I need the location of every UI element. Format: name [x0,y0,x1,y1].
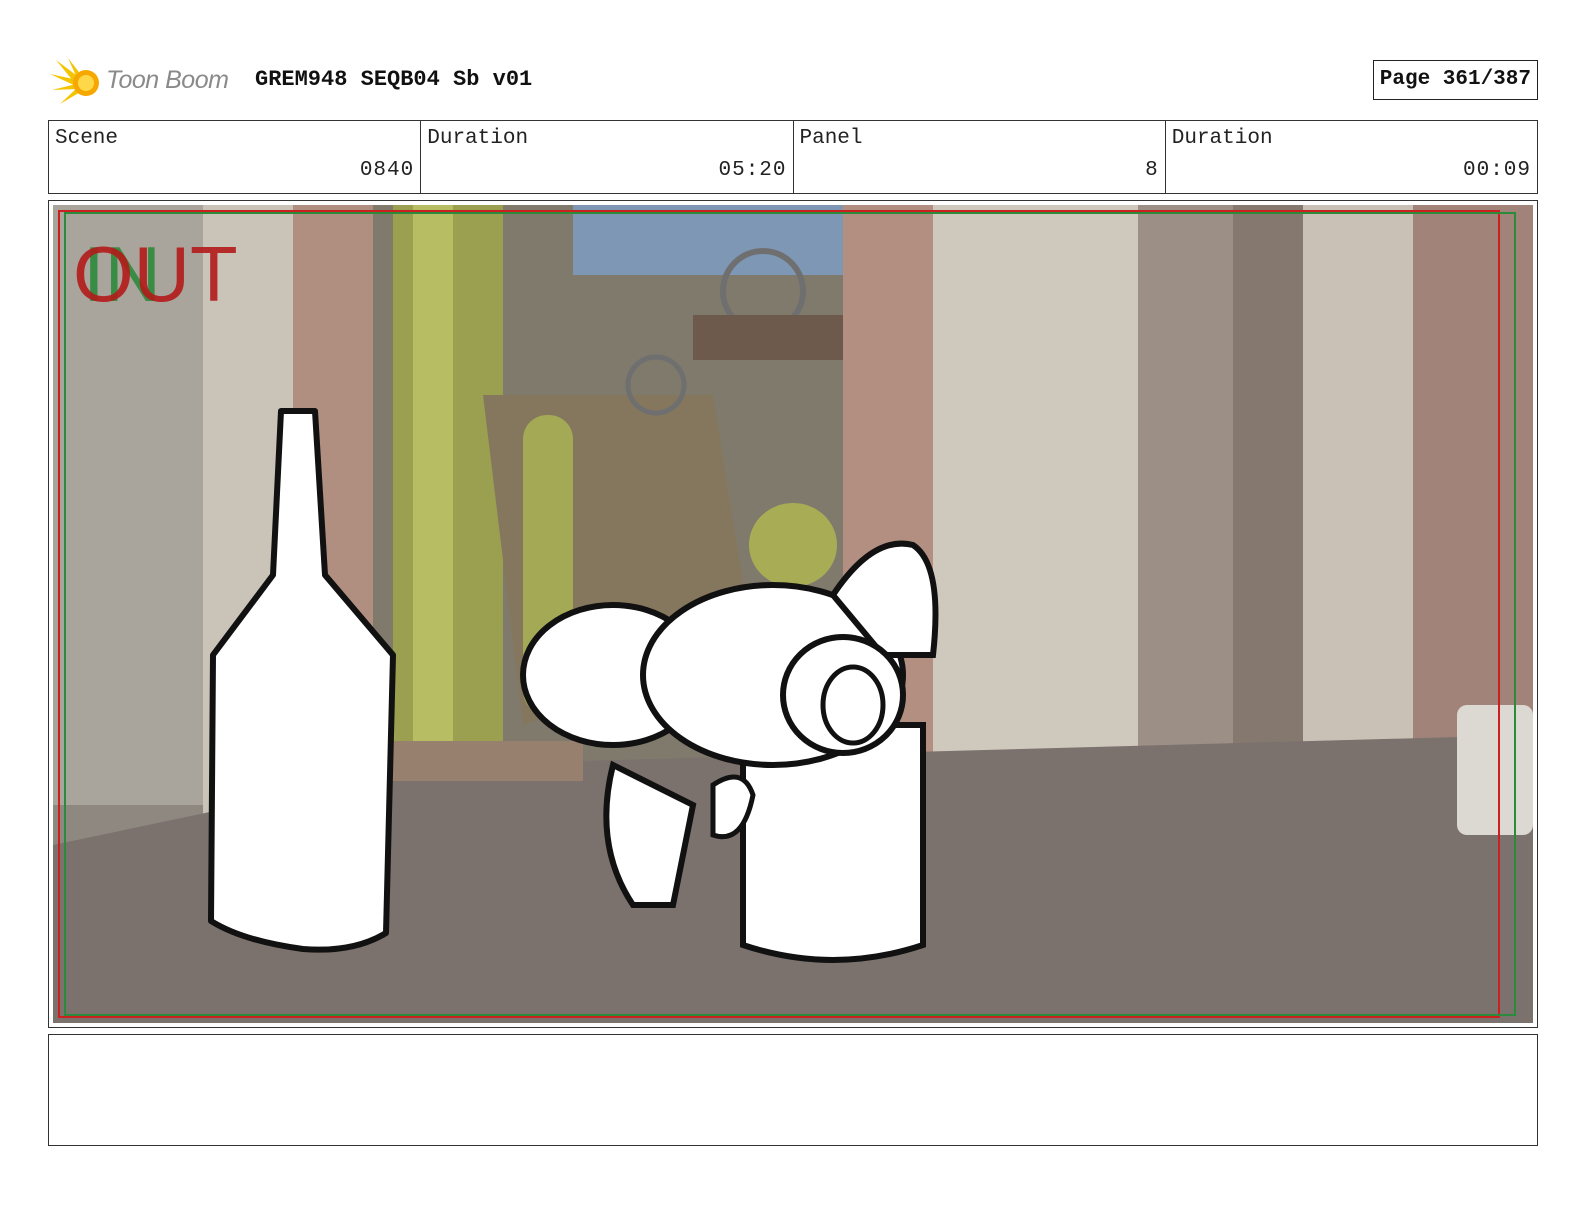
scene-duration-label: Duration [427,127,529,150]
scene-cell: Scene 0840 [49,121,422,193]
panel-drawing: IN OUT [53,205,1533,1023]
page-header: Toon Boom GREM948 SEQB04 Sb v01 Page 361… [48,56,1538,108]
storyboard-panel-frame: IN OUT [48,200,1538,1028]
scene-value: 0840 [359,159,415,182]
scene-duration-value: 05:20 [718,159,787,182]
scene-label: Scene [55,127,119,150]
storyboard-panel-image: IN OUT [53,205,1533,1023]
panel-label: Panel [799,127,863,150]
overlay-out-label: OUT [73,230,238,318]
logo-wordmark: Toon Boom [106,66,229,94]
sunburst-logo-icon [50,58,99,104]
document-title: GREM948 SEQB04 Sb v01 [255,67,533,92]
scene-info-table: Scene 0840 Duration 05:20 Panel 8 Durati… [48,120,1538,194]
panel-notes-box [48,1034,1538,1146]
panel-cell: Panel 8 [794,121,1166,193]
panel-duration-label: Duration [1171,127,1273,150]
panel-value: 8 [1145,159,1159,182]
panel-duration-cell: Duration 00:09 [1166,121,1537,193]
page-indicator: Page 361/387 [1372,60,1538,100]
scene-duration-cell: Duration 05:20 [421,121,794,193]
panel-duration-value: 00:09 [1462,159,1531,182]
toon-boom-logo: Toon Boom [50,56,250,108]
